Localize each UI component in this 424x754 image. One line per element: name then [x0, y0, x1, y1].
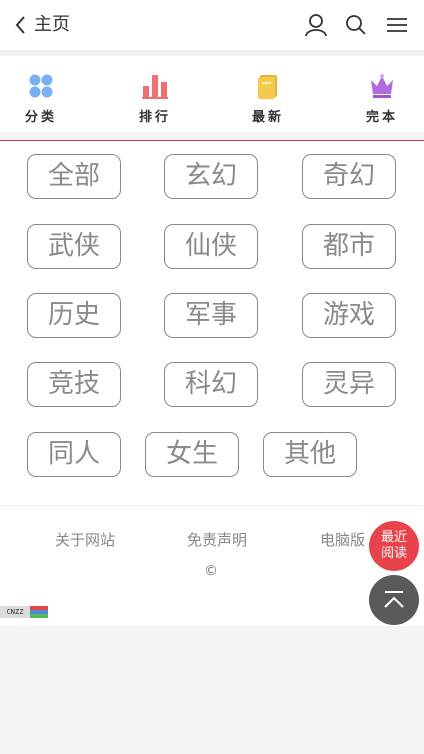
footer-link-desktop[interactable]: 电脑版	[320, 529, 365, 550]
category-xianxia[interactable]: 仙侠	[164, 224, 258, 269]
category-junshi[interactable]: 军事	[164, 293, 258, 338]
footer: 关于网站 免责声明 电脑版 © CNZZ	[0, 505, 424, 626]
copyright: ©	[204, 563, 218, 579]
category-dots-icon	[27, 72, 55, 100]
footer-link-about[interactable]: 关于网站	[55, 529, 115, 550]
nav-item-category[interactable]: 分类	[11, 72, 71, 128]
search-icon[interactable]	[343, 12, 369, 38]
back-label: 主页	[34, 14, 70, 35]
back-to-top-button[interactable]	[369, 575, 419, 625]
category-jingji[interactable]: 竞技	[27, 362, 121, 407]
back-chevron-icon	[15, 16, 25, 34]
category-qita[interactable]: 其他	[263, 432, 357, 477]
category-xuanhuan[interactable]: 玄幻	[164, 154, 258, 199]
category-kehuan[interactable]: 科幻	[164, 362, 258, 407]
category-lishi[interactable]: 历史	[27, 293, 121, 338]
arrow-up-icon	[384, 591, 404, 608]
recent-reading-button[interactable]: 最近 阅读	[369, 521, 419, 571]
crown-icon	[368, 72, 396, 100]
quick-nav: 分类 排行 最新 完本	[0, 56, 424, 132]
nav-gap	[0, 132, 424, 140]
nav-item-finished[interactable]: 完本	[352, 72, 412, 128]
ranking-bars-icon	[141, 72, 169, 100]
back-button[interactable]: 主页	[12, 12, 70, 38]
nav-label-finished: 完本	[365, 110, 398, 125]
category-wuxia[interactable]: 武侠	[27, 224, 121, 269]
cnzz-badge[interactable]: CNZZ	[0, 606, 48, 618]
user-icon[interactable]	[303, 12, 329, 38]
category-grid: 全部 玄幻 奇幻 武侠 仙侠 都市 历史 军事 游戏 竞技 科幻 灵异 同人 女…	[0, 141, 424, 505]
top-header: 主页	[0, 0, 424, 51]
nav-label-ranking: 排行	[138, 110, 171, 125]
footer-link-disclaimer[interactable]: 免责声明	[187, 529, 247, 550]
category-nvsheng[interactable]: 女生	[145, 432, 239, 477]
menu-icon[interactable]	[384, 12, 410, 38]
newest-book-icon	[254, 72, 282, 100]
category-dushi[interactable]: 都市	[302, 224, 396, 269]
category-lingyi[interactable]: 灵异	[302, 362, 396, 407]
cnzz-label: CNZZ	[0, 606, 30, 618]
nav-label-category: 分类	[24, 110, 57, 125]
nav-item-newest[interactable]: 最新	[238, 72, 298, 128]
category-qihuan[interactable]: 奇幻	[302, 154, 396, 199]
recent-reading-line1: 最近	[380, 530, 407, 545]
category-all[interactable]: 全部	[27, 154, 121, 199]
cnzz-stripes-icon	[30, 606, 48, 618]
nav-label-newest: 最新	[251, 110, 284, 125]
nav-item-ranking[interactable]: 排行	[125, 72, 185, 128]
category-tongren[interactable]: 同人	[27, 432, 121, 477]
category-youxi[interactable]: 游戏	[302, 293, 396, 338]
recent-reading-line2: 阅读	[380, 546, 407, 561]
